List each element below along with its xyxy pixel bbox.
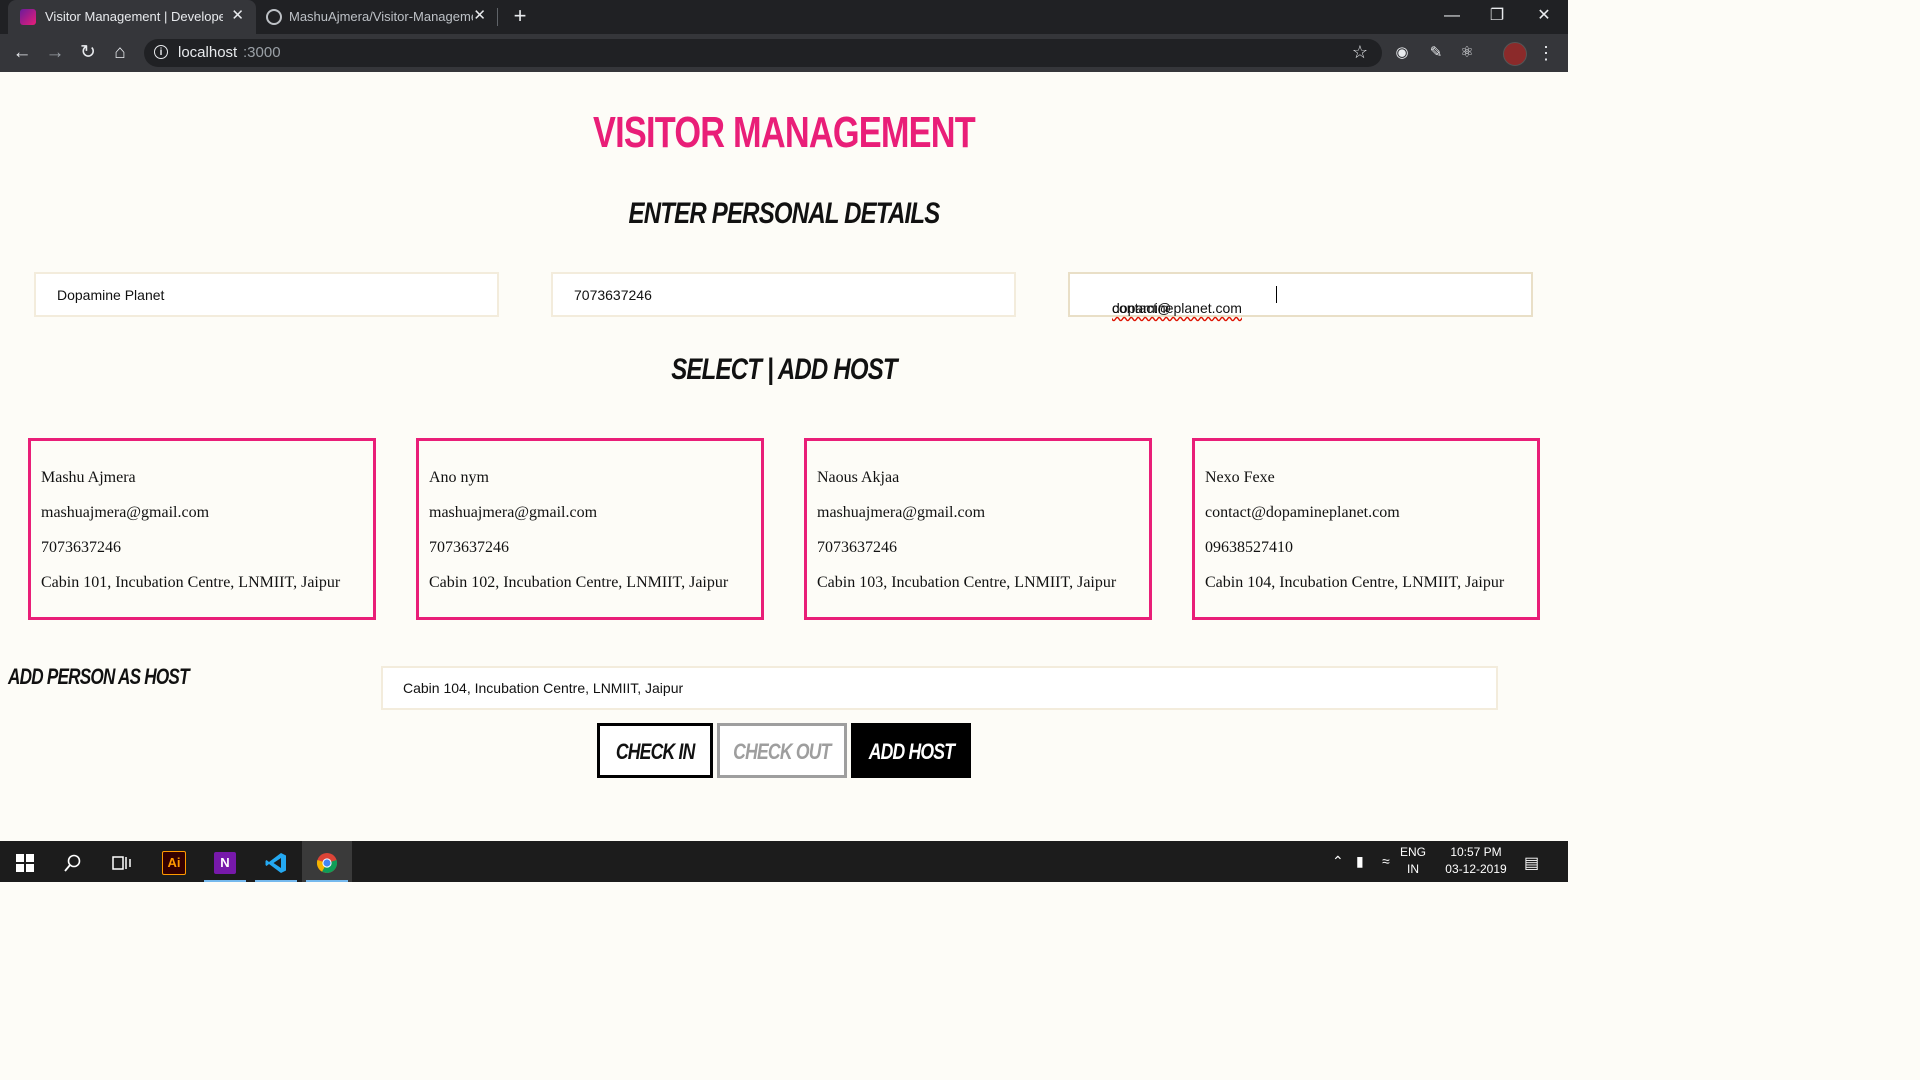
tab-close-icon[interactable]: ✕ (231, 6, 244, 26)
host-phone: 7073637246 (429, 539, 509, 556)
check-out-button[interactable]: CHECK OUT (717, 723, 847, 778)
host-email: mashuajmera@gmail.com (41, 504, 210, 521)
chevron-up-icon[interactable]: ⌃ (1332, 853, 1344, 870)
close-window-button[interactable]: ✕ (1521, 0, 1567, 32)
email-spellcheck-text: dopamineplanet.com (1112, 300, 1242, 316)
tab-title: MashuAjmera/Visitor-Manageme (289, 9, 473, 24)
url-host: localhost (178, 44, 238, 61)
host-card[interactable]: Mashu Ajmera mashuajmera@gmail.com 70736… (28, 438, 376, 620)
host-card[interactable]: Naous Akjaa mashuajmera@gmail.com 707363… (804, 438, 1152, 620)
input-language[interactable]: ENG IN (1400, 844, 1426, 878)
back-icon[interactable]: ← (10, 42, 34, 64)
check-in-button[interactable]: CHECK IN (597, 723, 713, 778)
onenote-icon[interactable]: N (200, 841, 250, 882)
battery-icon[interactable]: ▮ (1356, 853, 1364, 870)
host-address: Cabin 103, Incubation Centre, LNMIIT, Ja… (817, 574, 1117, 591)
phone-value: 7073637246 (574, 287, 652, 303)
app-favicon-icon (20, 9, 36, 25)
reload-icon[interactable]: ↻ (76, 42, 100, 64)
host-name: Ano nym (429, 469, 489, 486)
host-name: Mashu Ajmera (41, 469, 136, 486)
name-field[interactable]: Dopamine Planet (34, 272, 499, 317)
text-caret (1276, 286, 1277, 303)
url-port: :3000 (243, 44, 281, 61)
pen-icon[interactable]: ✎ (1426, 43, 1446, 63)
windows-start-icon[interactable] (0, 841, 50, 882)
clock-date: 03-12-2019 (1445, 862, 1507, 876)
camera-icon[interactable]: ◉ (1392, 43, 1412, 63)
onenote-label: N (214, 851, 236, 874)
personal-details-heading: ENTER PERSONAL DETAILS (628, 197, 941, 230)
phone-field[interactable]: 7073637246 (551, 272, 1016, 317)
wifi-icon[interactable]: ≈ (1382, 853, 1390, 869)
minimize-button[interactable]: — (1429, 0, 1475, 32)
tab-visitor-management[interactable]: Visitor Management | Developed ✕ (8, 0, 256, 34)
task-view-icon[interactable] (97, 841, 147, 882)
host-address-value: Cabin 104, Incubation Centre, LNMIIT, Ja… (403, 680, 684, 696)
check-out-label: CHECK OUT (733, 739, 831, 764)
host-address: Cabin 104, Incubation Centre, LNMIIT, Ja… (1205, 574, 1505, 591)
forward-icon[interactable]: → (43, 42, 67, 64)
host-card[interactable]: Nexo Fexe contact@dopamineplanet.com 096… (1192, 438, 1540, 620)
home-icon[interactable]: ⌂ (108, 42, 132, 64)
host-card[interactable]: Ano nym mashuajmera@gmail.com 7073637246… (416, 438, 764, 620)
add-host-label: ADD PERSON AS HOST (8, 664, 190, 689)
select-host-heading: SELECT | ADD HOST (671, 353, 897, 386)
search-icon[interactable] (48, 841, 98, 882)
add-host-label-text: ADD HOST (868, 739, 954, 764)
clock-time: 10:57 PM (1450, 845, 1502, 859)
check-in-label: CHECK IN (615, 739, 695, 764)
tab-github-repo[interactable]: MashuAjmera/Visitor-Manageme ✕ (256, 0, 498, 34)
github-favicon-icon (266, 9, 282, 25)
running-indicator (255, 880, 297, 882)
host-email: contact@dopamineplanet.com (1205, 504, 1400, 521)
name-value: Dopamine Planet (57, 287, 165, 303)
tab-title: Visitor Management | Developed (45, 9, 223, 24)
host-address-input[interactable]: Cabin 104, Incubation Centre, LNMIIT, Ja… (381, 666, 1498, 710)
page-title: VISITOR MANAGEMENT (593, 108, 976, 157)
new-tab-button[interactable]: + (508, 3, 532, 29)
illustrator-icon[interactable]: Ai (149, 841, 199, 882)
region-code: IN (1407, 862, 1419, 876)
chrome-icon[interactable] (302, 841, 352, 882)
clock[interactable]: 10:57 PM 03-12-2019 (1436, 844, 1516, 878)
host-address: Cabin 101, Incubation Centre, LNMIIT, Ja… (41, 574, 341, 591)
host-name: Nexo Fexe (1205, 469, 1275, 486)
react-icon[interactable]: ⚛ (1457, 43, 1477, 63)
vscode-icon[interactable] (251, 841, 301, 882)
illustrator-label: Ai (162, 850, 186, 875)
tab-close-icon[interactable]: ✕ (473, 6, 486, 26)
add-host-button[interactable]: ADD HOST (851, 723, 971, 778)
menu-dots-icon[interactable]: ⋮ (1536, 41, 1556, 65)
profile-avatar[interactable] (1503, 42, 1527, 66)
host-phone: 09638527410 (1205, 539, 1293, 556)
host-email: mashuajmera@gmail.com (817, 504, 986, 521)
info-icon[interactable]: i (154, 45, 168, 59)
tab-divider (497, 8, 498, 26)
notifications-icon[interactable]: ▤ (1524, 853, 1539, 873)
email-field[interactable]: contact@ dopamineplanet.com (1068, 272, 1533, 317)
maximize-button[interactable]: ❐ (1474, 0, 1520, 32)
running-indicator (306, 880, 348, 882)
host-name: Naous Akjaa (817, 469, 900, 486)
host-phone: 7073637246 (41, 539, 121, 556)
host-email: mashuajmera@gmail.com (429, 504, 598, 521)
host-address: Cabin 102, Incubation Centre, LNMIIT, Ja… (429, 574, 729, 591)
star-icon[interactable]: ☆ (1352, 42, 1368, 63)
address-bar[interactable]: i localhost :3000 ☆ (144, 39, 1382, 67)
running-indicator (204, 880, 246, 882)
host-phone: 7073637246 (817, 539, 897, 556)
language-code: ENG (1400, 845, 1427, 859)
